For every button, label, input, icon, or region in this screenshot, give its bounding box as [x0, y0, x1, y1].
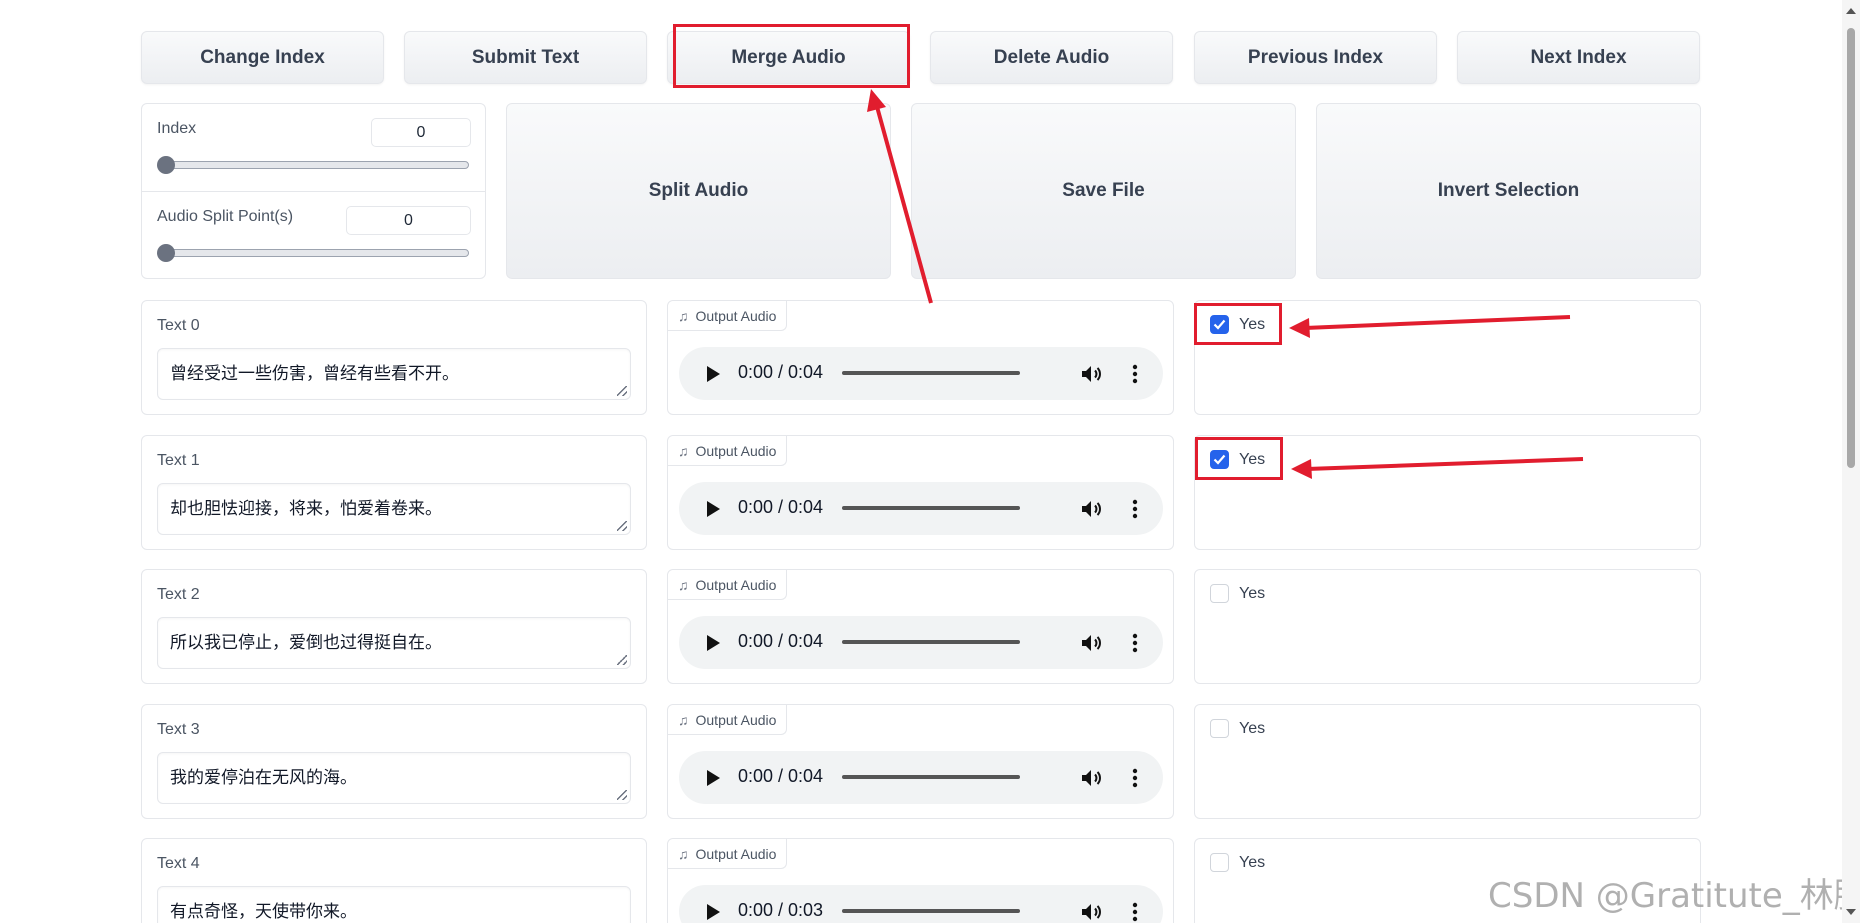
scroll-up-icon[interactable]	[1846, 8, 1856, 14]
scroll-down-icon[interactable]	[1846, 909, 1856, 915]
arrow-head-icon	[1289, 318, 1310, 338]
scroll-thumb[interactable]	[1847, 28, 1855, 468]
annotation-arrows	[867, 89, 1584, 479]
arrow-head-icon	[867, 89, 886, 112]
gradio-app: Change Index Submit Text Merge Audio Del…	[0, 0, 1860, 923]
page-scrollbar[interactable]	[1842, 0, 1860, 923]
arrow-head-icon	[1291, 459, 1312, 479]
watermark: CSDN @Gratitute_林腾	[1488, 876, 1860, 916]
